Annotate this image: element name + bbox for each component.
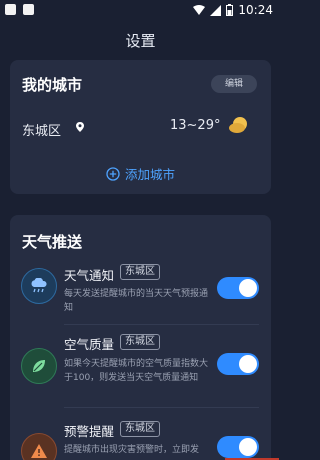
city-tag[interactable]: 东城区 <box>120 421 160 437</box>
warning-triangle-icon <box>21 433 57 460</box>
weather-push-title: 天气推送 <box>22 233 83 251</box>
cloud-rain-icon <box>21 268 57 304</box>
push-item-description: 每天发送提醒城市的当天天气预报通知 <box>64 289 209 313</box>
status-bar: 10:24 <box>0 0 281 22</box>
wifi-icon <box>193 5 206 15</box>
divider <box>64 324 259 325</box>
sunny-cloudy-icon <box>229 117 247 133</box>
push-item-description: 如果今天提醒城市的空气质量指数大于100，则发送当天空气质量通知 <box>64 359 209 383</box>
page-title: 设置 <box>125 32 156 50</box>
my-city-title: 我的城市 <box>22 76 83 94</box>
add-city-label: 添加城市 <box>124 167 175 182</box>
status-icons: 10:24 <box>193 3 273 17</box>
push-item-description: 提醒城市出现灾害预警时，立即发 <box>64 445 200 455</box>
temperature-range: 13~29° <box>170 118 221 133</box>
add-city-button[interactable]: 添加城市 <box>10 164 271 183</box>
toggle-knob <box>239 279 257 297</box>
notification-icon <box>23 4 34 15</box>
city-name[interactable]: 东城区 <box>22 120 61 139</box>
my-city-card: 我的城市 编辑 东城区 13~29° 添加城市 <box>10 60 271 194</box>
push-item-title: 空气质量 <box>64 337 115 352</box>
warning-toggle[interactable] <box>217 436 259 458</box>
city-tag[interactable]: 东城区 <box>120 264 160 280</box>
push-item-title: 预警提醒 <box>64 424 115 439</box>
city-tag[interactable]: 东城区 <box>120 334 160 350</box>
edit-button[interactable]: 编辑 <box>211 75 257 93</box>
notification-icon <box>5 4 16 15</box>
weather-push-card: 天气推送 天气通知 东城区 每天发送提醒城市的当天天气预报通知 空气质量 东城区… <box>10 215 271 460</box>
location-pin-icon <box>76 122 84 132</box>
push-item-title: 天气通知 <box>64 268 115 283</box>
clock: 10:24 <box>238 3 273 17</box>
leaf-icon <box>21 348 57 384</box>
battery-icon <box>226 4 234 16</box>
air-quality-toggle[interactable] <box>217 353 259 375</box>
divider <box>64 407 259 408</box>
toggle-knob <box>239 355 257 373</box>
signal-icon <box>210 4 222 16</box>
weather-notify-toggle[interactable] <box>217 277 259 299</box>
toggle-knob <box>239 438 257 456</box>
add-circle-icon <box>106 166 120 181</box>
